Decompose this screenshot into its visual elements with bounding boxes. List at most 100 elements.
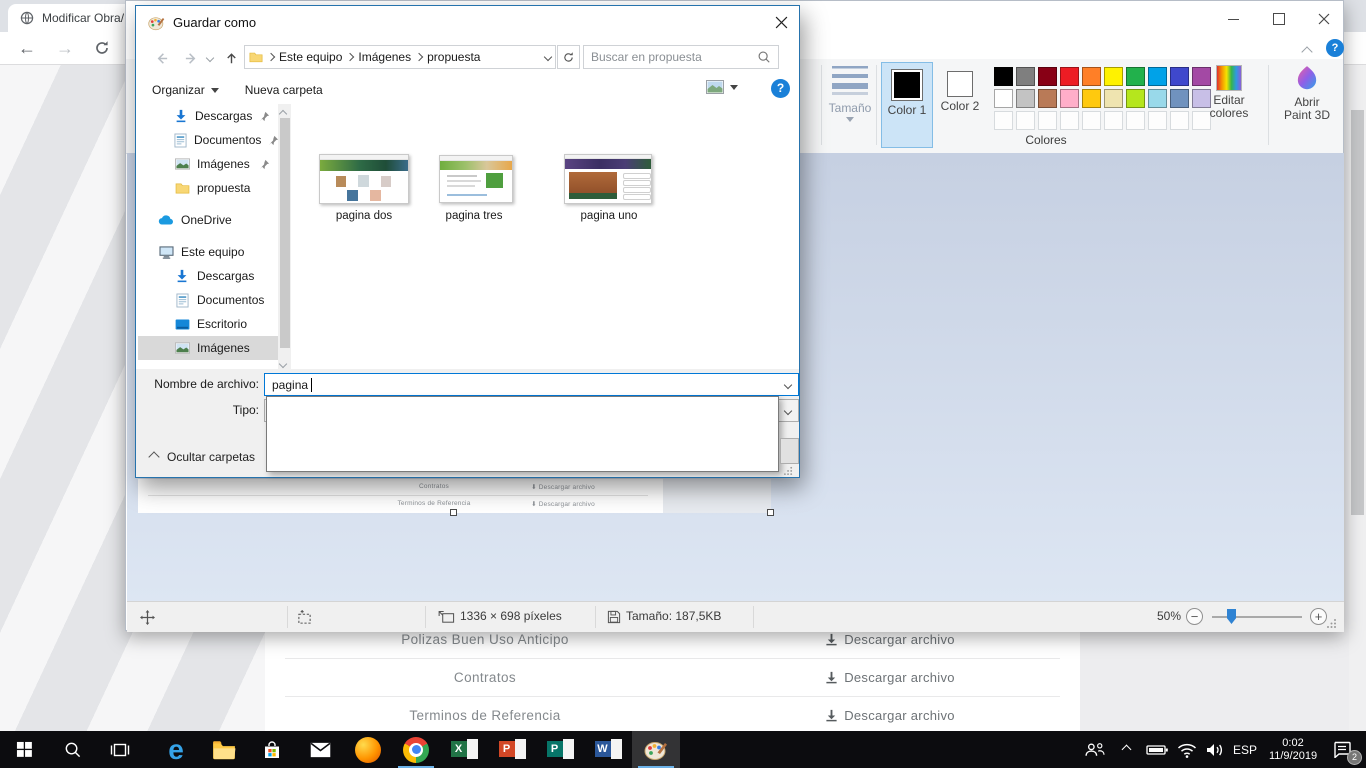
taskbar-excel[interactable]: X	[440, 731, 488, 768]
file-name[interactable]: pagina uno	[549, 210, 669, 222]
dialog-help-button[interactable]: ?	[771, 79, 790, 98]
canvas-resize-handle[interactable]	[450, 509, 457, 516]
canvas-resize-handle[interactable]	[767, 509, 774, 516]
sidebar-item-escritorio[interactable]: Escritorio	[138, 312, 278, 336]
address-dropdown-arrow[interactable]	[544, 53, 552, 61]
palette-swatch[interactable]	[1148, 67, 1167, 86]
forward-button[interactable]: →	[56, 39, 74, 57]
palette-swatch[interactable]	[1016, 67, 1035, 86]
zoom-slider-track[interactable]	[1212, 616, 1302, 618]
taskbar-publisher[interactable]: P	[536, 731, 584, 768]
palette-swatch-empty[interactable]	[1016, 111, 1035, 130]
zoom-in-button[interactable]: +	[1310, 608, 1327, 625]
recent-locations-dropdown[interactable]	[202, 46, 218, 70]
palette-swatch[interactable]	[1126, 89, 1145, 108]
edit-colors-button[interactable]: Editar colores	[1196, 65, 1262, 120]
palette-swatch-empty[interactable]	[1082, 111, 1101, 130]
taskbar-search-button[interactable]	[48, 731, 96, 768]
palette-swatch-empty[interactable]	[1038, 111, 1057, 130]
refresh-button[interactable]	[94, 40, 110, 56]
breadcrumb-item[interactable]: propuesta	[427, 50, 480, 64]
palette-swatch[interactable]	[994, 89, 1013, 108]
download-link[interactable]: Descargar archivo	[760, 697, 1020, 734]
language-indicator[interactable]: ESP	[1228, 731, 1262, 768]
dialog-back-button[interactable]	[148, 46, 174, 70]
zoom-out-button[interactable]: −	[1186, 608, 1203, 625]
breadcrumb-item[interactable]: Imágenes	[358, 50, 411, 64]
taskbar-paint[interactable]	[632, 731, 680, 768]
page-scrollbar-thumb[interactable]	[1351, 110, 1364, 515]
file-thumbnail-pagina-tres[interactable]	[439, 155, 513, 203]
palette-swatch[interactable]	[1170, 89, 1189, 108]
palette-swatch-empty[interactable]	[1170, 111, 1189, 130]
close-button[interactable]	[1301, 1, 1346, 37]
hide-folders-button[interactable]: Ocultar carpetas	[150, 450, 255, 464]
filename-dropdown-arrow[interactable]	[784, 380, 792, 388]
filename-input[interactable]: pagina	[264, 373, 799, 396]
back-button[interactable]: ←	[18, 39, 36, 57]
palette-swatch[interactable]	[994, 67, 1013, 86]
views-button[interactable]	[706, 80, 738, 94]
wifi-icon[interactable]	[1174, 731, 1200, 768]
dialog-resize-grip[interactable]	[784, 466, 793, 475]
sidebar-scroll-up[interactable]	[280, 106, 286, 120]
minimize-button[interactable]	[1211, 1, 1256, 37]
sidebar-scrollbar-thumb[interactable]	[280, 118, 290, 348]
organize-button[interactable]: Organizar	[152, 83, 219, 97]
breadcrumb-item[interactable]: Este equipo	[279, 50, 342, 64]
taskbar-word[interactable]: W	[584, 731, 632, 768]
sidebar-item-imágenes[interactable]: Imágenes	[138, 152, 278, 176]
start-button[interactable]	[0, 731, 48, 768]
taskbar-mail[interactable]	[296, 731, 344, 768]
palette-swatch[interactable]	[1104, 89, 1123, 108]
taskbar-edge[interactable]: e	[152, 731, 200, 768]
dialog-close-button[interactable]	[764, 6, 799, 38]
address-bar[interactable]: Este equipo Imágenes propuesta	[244, 45, 556, 69]
zoom-slider-thumb[interactable]	[1227, 609, 1236, 624]
filename-autocomplete-dropdown[interactable]	[266, 396, 779, 472]
battery-icon[interactable]	[1144, 731, 1170, 768]
taskbar-firefox[interactable]	[344, 731, 392, 768]
size-button[interactable]: Tamaño	[826, 63, 874, 122]
sidebar-item-documentos[interactable]: Documentos	[138, 288, 278, 312]
palette-swatch-empty[interactable]	[994, 111, 1013, 130]
people-icon[interactable]	[1080, 731, 1108, 768]
sidebar-item-onedrive[interactable]: OneDrive	[138, 208, 278, 232]
palette-swatch[interactable]	[1104, 67, 1123, 86]
file-name[interactable]: pagina tres	[414, 210, 534, 222]
palette-swatch[interactable]	[1170, 67, 1189, 86]
up-button[interactable]	[220, 46, 242, 70]
taskbar-powerpoint[interactable]: P	[488, 731, 536, 768]
palette-swatch[interactable]	[1126, 67, 1145, 86]
palette-swatch-empty[interactable]	[1148, 111, 1167, 130]
palette-swatch[interactable]	[1016, 89, 1035, 108]
task-view-button[interactable]	[96, 731, 144, 768]
file-thumbnail-pagina-uno[interactable]	[564, 154, 652, 204]
maximize-button[interactable]	[1256, 1, 1301, 37]
taskbar-file-explorer[interactable]	[200, 731, 248, 768]
sidebar-item-descargas[interactable]: Descargas	[138, 264, 278, 288]
sidebar-item-propuesta[interactable]: propuesta	[138, 176, 278, 200]
file-name[interactable]: pagina dos	[304, 210, 424, 222]
palette-swatch[interactable]	[1082, 67, 1101, 86]
clock[interactable]: 0:0211/9/2019	[1262, 731, 1324, 768]
sidebar-item-documentos[interactable]: Documentos	[138, 128, 278, 152]
palette-swatch[interactable]	[1038, 67, 1057, 86]
sidebar-item-descargas[interactable]: Descargas	[138, 104, 278, 128]
paint-help-button[interactable]: ?	[1326, 39, 1344, 57]
search-box[interactable]: Buscar en propuesta	[583, 45, 779, 69]
volume-icon[interactable]	[1202, 731, 1228, 768]
dialog-forward-button[interactable]	[178, 46, 204, 70]
taskbar-store[interactable]	[248, 731, 296, 768]
dialog-refresh-button[interactable]	[557, 45, 580, 69]
palette-swatch[interactable]	[1060, 89, 1079, 108]
taskbar-chrome[interactable]	[392, 731, 440, 768]
palette-swatch-empty[interactable]	[1060, 111, 1079, 130]
palette-swatch-empty[interactable]	[1126, 111, 1145, 130]
palette-swatch[interactable]	[1038, 89, 1057, 108]
window-resize-grip[interactable]	[1327, 618, 1337, 628]
palette-swatch[interactable]	[1148, 89, 1167, 108]
palette-swatch[interactable]	[1060, 67, 1079, 86]
palette-swatch[interactable]	[1082, 89, 1101, 108]
sidebar-scroll-down[interactable]	[280, 356, 286, 370]
